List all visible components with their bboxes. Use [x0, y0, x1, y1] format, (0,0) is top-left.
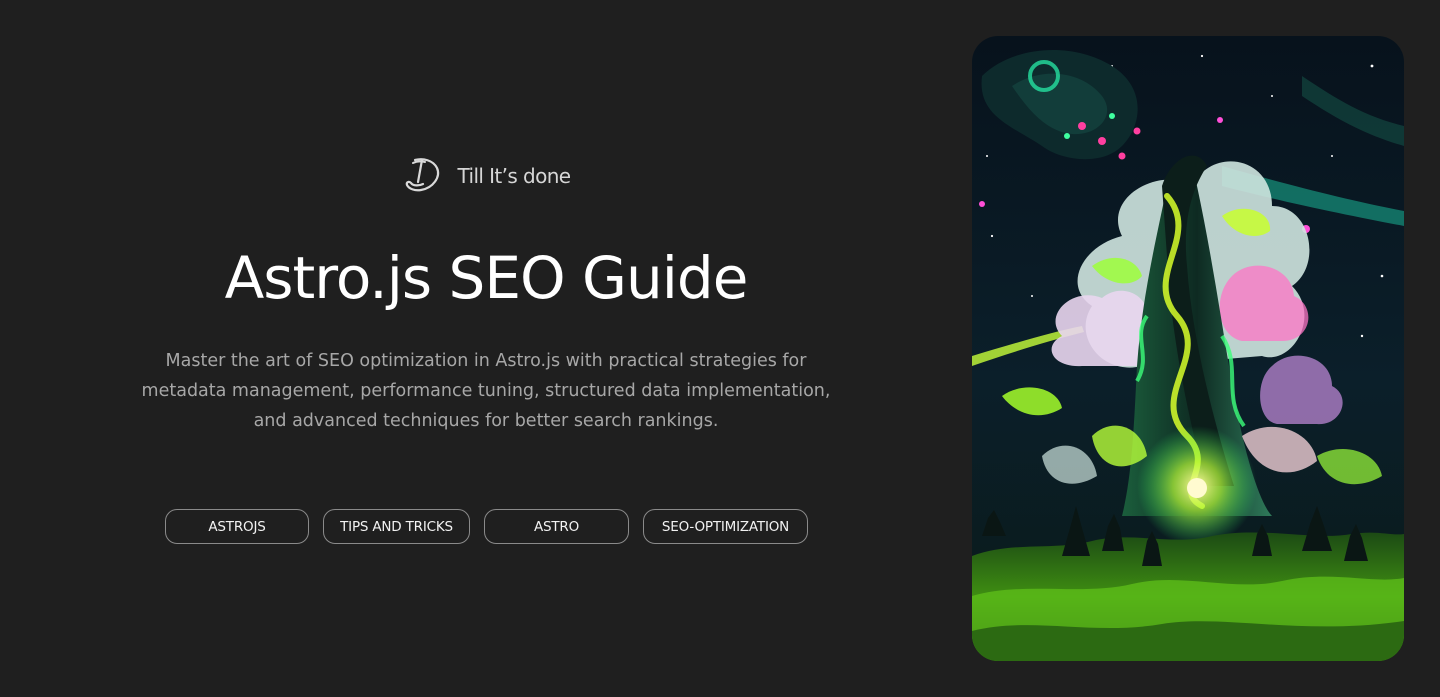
brand[interactable]: Till It’s done: [120, 152, 852, 198]
cover-illustration: [972, 36, 1404, 661]
hero-content: Till It’s done Astro.js SEO Guide Master…: [120, 0, 852, 697]
post-description: Master the art of SEO optimization in As…: [141, 351, 831, 431]
cover-image: [972, 36, 1404, 661]
brand-name: Till It’s done: [457, 164, 571, 188]
tag-astrojs[interactable]: ASTROJS: [165, 509, 309, 544]
tag-list: ASTROJS TIPS AND TRICKS ASTRO SEO-OPTIMI…: [165, 509, 808, 544]
td-monogram-icon: [401, 152, 447, 198]
tag-tips-and-tricks[interactable]: TIPS AND TRICKS: [323, 509, 470, 544]
page-title: Astro.js SEO Guide: [224, 244, 749, 312]
blog-post-hero: Till It’s done Astro.js SEO Guide Master…: [0, 0, 1440, 697]
tag-seo-optimization[interactable]: SEO-OPTIMIZATION: [643, 509, 808, 544]
tag-astro[interactable]: ASTRO: [484, 509, 629, 544]
